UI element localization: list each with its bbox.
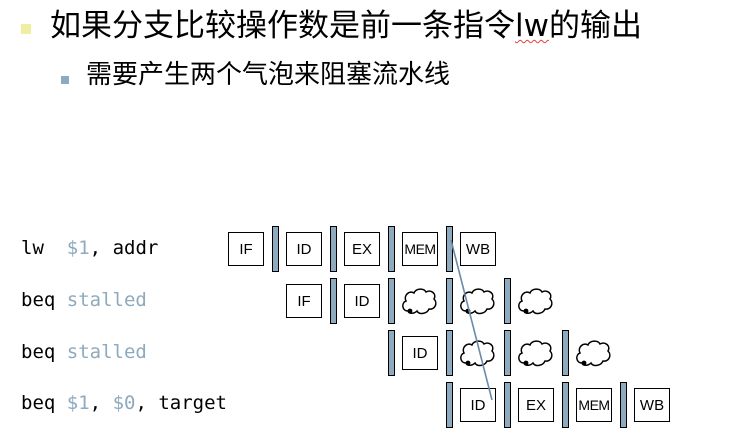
forwarding-line — [450, 239, 493, 401]
